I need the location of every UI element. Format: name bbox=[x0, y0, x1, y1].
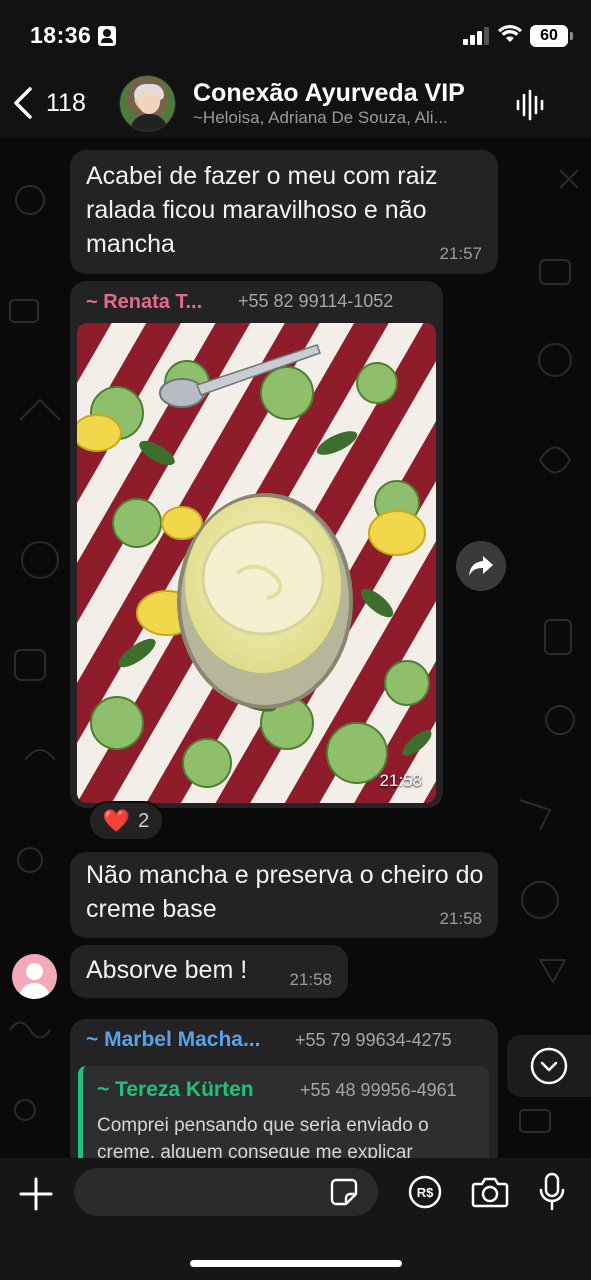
message-text: Absorve bem ! bbox=[86, 956, 248, 984]
unread-count: 118 bbox=[46, 88, 86, 117]
status-time: 18:36 bbox=[30, 22, 92, 48]
chevron-left-icon bbox=[14, 87, 32, 119]
message-time: 21:58 bbox=[289, 970, 332, 989]
forward-button[interactable] bbox=[456, 541, 506, 591]
reaction-count: 2 bbox=[138, 809, 150, 832]
quoted-sender-phone: +55 48 99956-4961 bbox=[300, 1080, 457, 1100]
shared-photo[interactable]: 21:58 bbox=[77, 323, 436, 803]
payment-icon[interactable]: R$ bbox=[408, 1175, 442, 1209]
plus-icon[interactable] bbox=[18, 1176, 54, 1212]
reply-message-bubble[interactable]: ~ Marbel Macha... +55 79 99634-4275 ~ Te… bbox=[70, 1019, 498, 1176]
group-avatar[interactable] bbox=[119, 75, 176, 132]
sender-name[interactable]: ~ Renata T... bbox=[86, 291, 202, 314]
chevron-down-icon bbox=[530, 1047, 568, 1085]
message-bubble[interactable]: Não mancha e preserva o cheiro do creme … bbox=[70, 852, 498, 938]
quoted-sender-name: ~ Tereza Kürten bbox=[97, 1078, 254, 1101]
svg-text:R$: R$ bbox=[417, 1185, 434, 1200]
scroll-to-bottom-button[interactable] bbox=[507, 1035, 591, 1097]
message-time: 21:58 bbox=[379, 771, 422, 790]
cellular-signal-icon bbox=[463, 27, 489, 45]
heart-reaction-icon: ❤️ bbox=[102, 808, 131, 833]
back-button[interactable]: 118 bbox=[12, 86, 86, 120]
reaction-badge[interactable]: ❤️ 2 bbox=[88, 801, 164, 841]
share-arrow-icon bbox=[469, 556, 493, 576]
wifi-icon bbox=[498, 25, 522, 42]
message-text: Acabei de fazer o meu com raiz ralada fi… bbox=[86, 162, 438, 258]
message-bubble[interactable]: Acabei de fazer o meu com raiz ralada fi… bbox=[70, 150, 498, 274]
message-time: 21:57 bbox=[439, 244, 482, 263]
status-bar: 18:36 60 bbox=[0, 0, 591, 72]
message-text: Não mancha e preserva o cheiro do creme … bbox=[86, 861, 484, 923]
group-title[interactable]: Conexão Ayurveda VIP bbox=[193, 79, 465, 108]
sender-avatar[interactable] bbox=[12, 954, 57, 999]
microphone-icon[interactable] bbox=[538, 1172, 566, 1212]
message-bubble[interactable]: Absorve bem ! 21:58 bbox=[70, 945, 348, 998]
group-members[interactable]: ~Heloisa, Adriana De Souza, Ali... bbox=[193, 108, 448, 128]
camera-icon[interactable] bbox=[471, 1176, 509, 1208]
audio-call-icon[interactable] bbox=[516, 89, 546, 121]
sender-name[interactable]: ~ Marbel Macha... bbox=[86, 1028, 260, 1052]
image-message-bubble[interactable]: ~ Renata T... +55 82 99114-1052 21:58 bbox=[70, 281, 443, 808]
battery-indicator: 60 bbox=[530, 25, 573, 47]
sender-phone: +55 79 99634-4275 bbox=[295, 1030, 452, 1050]
message-time: 21:58 bbox=[439, 909, 482, 928]
chat-header: 118 Conexão Ayurveda VIP ~Heloisa, Adria… bbox=[0, 72, 591, 138]
home-indicator[interactable] bbox=[190, 1260, 402, 1267]
sticker-icon[interactable] bbox=[330, 1178, 358, 1206]
contact-card-icon bbox=[98, 26, 116, 46]
sender-phone: +55 82 99114-1052 bbox=[238, 291, 394, 311]
